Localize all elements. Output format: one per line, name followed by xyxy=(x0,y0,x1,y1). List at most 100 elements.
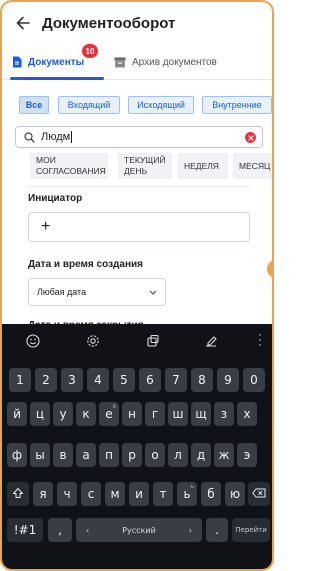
keyboard-toolbar: · · · xyxy=(2,324,272,358)
period-week[interactable]: НЕДЕЛЯ xyxy=(178,153,228,179)
active-tab-indicator xyxy=(10,77,104,80)
filter-internal[interactable]: Внутренние xyxy=(202,96,272,114)
key-3[interactable]: 3 xyxy=(61,368,83,392)
key-letter[interactable]: щ xyxy=(191,402,211,426)
key-letter[interactable]: м xyxy=(105,482,125,506)
arrow-left-icon[interactable] xyxy=(8,8,38,38)
cursor-right-icon[interactable]: › xyxy=(189,526,192,535)
key-letter[interactable]: н xyxy=(122,402,142,426)
handwriting-icon[interactable] xyxy=(203,333,219,349)
key-letter[interactable]: ю xyxy=(225,482,245,506)
key-0[interactable]: 0 xyxy=(243,368,265,392)
shift-key[interactable] xyxy=(7,482,29,506)
key-letter[interactable]: ы xyxy=(30,443,50,467)
onscreen-keyboard: · · · 1 2 3 4 5 6 7 8 9 0 й ц у к её н г ш… xyxy=(2,324,272,569)
tab-documents-label: Документы xyxy=(28,56,85,68)
key-letter[interactable]: з xyxy=(214,402,234,426)
key-letter[interactable]: с xyxy=(81,482,101,506)
key-letter[interactable]: у xyxy=(53,402,73,426)
filter-outgoing[interactable]: Исходящий xyxy=(128,96,194,114)
search-input[interactable]: Людм xyxy=(15,126,263,148)
app-header: Документооборот xyxy=(2,2,272,44)
text-caret xyxy=(71,131,73,143)
tab-archive-label: Архив документов xyxy=(132,56,217,68)
key-1[interactable]: 1 xyxy=(9,368,31,392)
filter-all[interactable]: Все xyxy=(19,96,49,114)
search-icon xyxy=(24,131,35,143)
symbols-key[interactable]: !#1 xyxy=(7,518,43,542)
cursor-left-icon[interactable]: ‹ xyxy=(86,526,89,535)
backspace-icon xyxy=(252,487,266,501)
side-handle[interactable] xyxy=(267,260,272,278)
key-letter[interactable]: ц xyxy=(30,402,50,426)
key-letter[interactable]: ьъ xyxy=(177,482,197,506)
key-letter[interactable]: я xyxy=(33,482,53,506)
go-key[interactable]: Перейти xyxy=(232,518,270,542)
page-title: Документооборот xyxy=(42,14,176,32)
key-letter[interactable]: к xyxy=(76,402,96,426)
key-letter-main: е xyxy=(105,407,113,421)
key-4[interactable]: 4 xyxy=(87,368,109,392)
initiator-label: Инициатор xyxy=(28,193,83,204)
space-key[interactable]: ‹ Русский › xyxy=(76,518,202,542)
period-key[interactable]: . xyxy=(206,518,228,542)
key-letter[interactable]: о xyxy=(145,443,165,467)
key-letter[interactable]: её xyxy=(99,402,119,426)
tab-documents[interactable]: Документы xyxy=(12,44,84,80)
period-my-approvals[interactable]: МОИ СОГЛАСОВАНИЯ xyxy=(30,153,108,179)
chevron-down-icon xyxy=(149,287,157,297)
key-letter[interactable]: х xyxy=(237,402,257,426)
period-today[interactable]: ТЕКУЩИЙ ДЕНЬ xyxy=(118,153,172,179)
key-letter[interactable]: а xyxy=(76,443,96,467)
key-7[interactable]: 7 xyxy=(165,368,187,392)
app-frame: Документооборот Документы 10 Архив докум… xyxy=(0,0,274,571)
key-6[interactable]: 6 xyxy=(139,368,161,392)
key-letter[interactable]: ч xyxy=(57,482,77,506)
settings-icon[interactable] xyxy=(85,333,101,349)
tab-archive[interactable]: Архив документов xyxy=(114,44,217,80)
search-text: Людм xyxy=(41,131,71,143)
creation-date-select[interactable]: Любая дата xyxy=(28,278,166,306)
add-initiator-button[interactable]: + xyxy=(28,212,250,242)
shift-icon xyxy=(12,487,24,502)
creation-date-value: Любая дата xyxy=(37,287,87,297)
key-letter[interactable]: и xyxy=(129,482,149,506)
key-letter[interactable]: ш xyxy=(168,402,188,426)
backspace-key[interactable] xyxy=(248,482,270,506)
key-letter-alt: ё xyxy=(112,404,116,410)
creation-date-label: Дата и время создания xyxy=(28,259,143,270)
document-icon xyxy=(12,56,22,68)
clipboard-icon[interactable] xyxy=(145,333,161,349)
key-8[interactable]: 8 xyxy=(191,368,213,392)
key-letter[interactable]: п xyxy=(99,443,119,467)
key-letter[interactable]: г xyxy=(145,402,165,426)
more-icon[interactable]: · · · xyxy=(258,328,262,350)
period-month[interactable]: МЕСЯЦ xyxy=(233,153,272,179)
key-letter[interactable]: ж xyxy=(214,443,234,467)
comma-key[interactable]: , xyxy=(48,518,72,542)
type-filter-bar: Все Входящий Исходящий Внутренние xyxy=(2,96,272,116)
plus-icon: + xyxy=(41,218,51,235)
key-letter[interactable]: д xyxy=(191,443,211,467)
emoji-icon[interactable] xyxy=(25,333,41,349)
key-letter[interactable]: б xyxy=(201,482,221,506)
notification-badge: 10 xyxy=(82,44,98,58)
language-label: Русский xyxy=(122,525,156,535)
key-letter[interactable]: э xyxy=(237,443,257,467)
section-divider xyxy=(28,186,250,187)
key-9[interactable]: 9 xyxy=(217,368,239,392)
clear-icon[interactable] xyxy=(245,132,256,143)
key-letter-alt: ъ xyxy=(190,484,194,490)
tab-bar: Документы 10 Архив документов xyxy=(2,44,272,80)
key-2[interactable]: 2 xyxy=(35,368,57,392)
key-5[interactable]: 5 xyxy=(113,368,135,392)
key-letter[interactable]: й xyxy=(7,402,27,426)
key-letter[interactable]: ф xyxy=(7,443,27,467)
key-letter[interactable]: р xyxy=(122,443,142,467)
key-letter[interactable]: т xyxy=(153,482,173,506)
filter-incoming[interactable]: Входящий xyxy=(58,96,120,114)
period-filter-bar: МОИ СОГЛАСОВАНИЯ ТЕКУЩИЙ ДЕНЬ НЕДЕЛЯ МЕС… xyxy=(2,153,272,181)
key-letter[interactable]: в xyxy=(53,443,73,467)
key-letter[interactable]: л xyxy=(168,443,188,467)
archive-icon xyxy=(114,57,126,68)
